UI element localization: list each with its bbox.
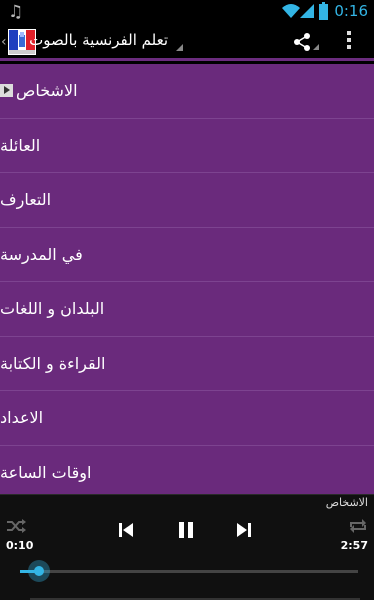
pause-icon[interactable] [176,521,196,539]
current-time: 0:10 [6,539,34,552]
list-item-label: البلدان و اللغات [0,299,105,319]
list-item[interactable]: البلدان و اللغات [0,282,374,337]
audio-player: الاشخاص 0:10 2:57 [0,494,374,600]
list-item[interactable]: التعارف [0,173,374,228]
repeat-icon[interactable] [348,518,368,534]
now-playing-title: الاشخاص [325,496,368,509]
list-item[interactable]: اوقات الساعة [0,446,374,495]
status-time: 0:16 [334,2,368,20]
battery-icon [319,2,328,20]
wifi-icon [282,4,300,18]
list-item-label: العائلة [0,135,41,155]
seek-bar-thumb[interactable] [27,560,50,582]
share-dropdown-caret-icon [313,44,319,50]
list-item[interactable]: الاعداد [0,391,374,446]
list-item-label: في المدرسة [0,244,83,264]
play-indicator-icon [0,84,13,98]
signal-icon [300,4,314,18]
page-title[interactable]: تعلم الفرنسية بالصوت [29,31,168,49]
status-bar: ♫ 0:16 [0,0,374,24]
action-bar: ‹ تعلم الفرنسية بالصوت [0,24,374,61]
up-caret-icon[interactable]: ‹ [1,34,7,50]
overflow-menu-icon[interactable] [346,31,352,53]
list-item-label: الاشخاص [16,81,78,101]
music-note-icon: ♫ [8,2,24,22]
list-item-label: التعارف [0,190,52,210]
list-item-label: اوقات الساعة [0,462,92,482]
list-item[interactable]: في المدرسة [0,228,374,282]
lesson-list: الاشخاص العائلة التعارف في المدرسة البلد… [0,64,374,494]
share-icon[interactable] [292,32,312,52]
list-item[interactable]: القراءة و الكتابة [0,337,374,391]
previous-icon[interactable] [118,522,134,538]
list-item[interactable]: العائلة [0,119,374,173]
title-dropdown-caret-icon [176,44,183,51]
total-time: 2:57 [340,539,368,552]
seek-bar[interactable] [20,560,358,582]
shuffle-icon[interactable] [6,518,26,534]
next-icon[interactable] [236,522,252,538]
list-item-label: القراءة و الكتابة [0,353,106,373]
list-item[interactable]: الاشخاص [0,64,374,119]
list-item-label: الاعداد [0,408,44,428]
